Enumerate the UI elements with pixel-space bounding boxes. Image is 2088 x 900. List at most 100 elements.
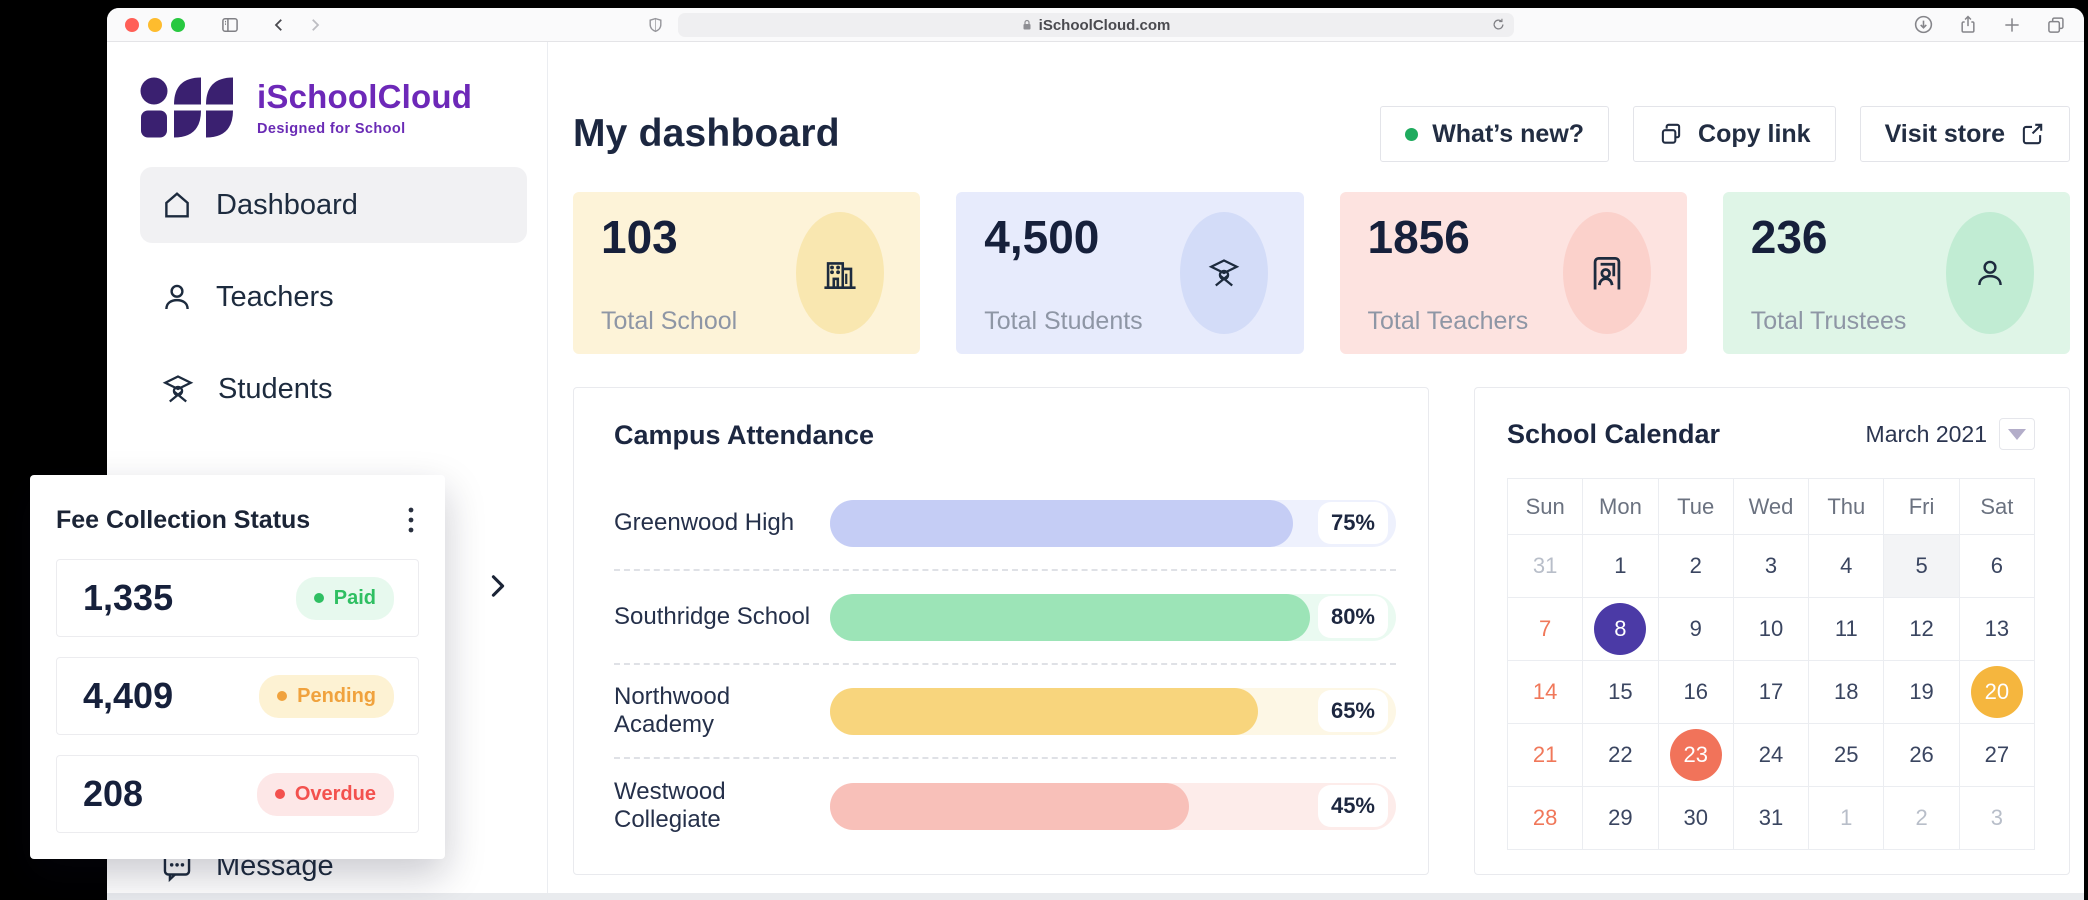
calendar-day-header: Mon [1583, 479, 1659, 535]
external-link-icon [2019, 121, 2045, 147]
privacy-shield-icon[interactable] [647, 15, 664, 35]
status-dot-icon [277, 691, 288, 701]
campus-label: Northwood Academy [614, 683, 731, 738]
sidebar-item-teachers[interactable]: Teachers [140, 259, 527, 335]
calendar-date-cell[interactable]: 2 [1884, 787, 1960, 850]
attendance-row: Northwood Academy 65% [614, 665, 1396, 759]
calendar-date-cell[interactable]: 16 [1658, 661, 1734, 724]
status-badge: Paid [295, 576, 394, 620]
visit-store-button[interactable]: Visit store [1859, 106, 2070, 162]
calendar-date-cell[interactable]: 23 [1658, 724, 1734, 787]
fee-count: 4,409 [83, 675, 174, 716]
calendar-date-cell[interactable]: 3 [1959, 787, 2035, 850]
student-icon [160, 372, 196, 406]
reload-icon[interactable] [1491, 17, 1506, 32]
calendar-date-cell[interactable]: 26 [1884, 724, 1960, 787]
campus-label: Greenwood High [614, 509, 795, 536]
back-icon[interactable] [270, 16, 288, 34]
calendar-date-cell[interactable]: 5 [1884, 535, 1960, 598]
fee-count: 208 [83, 773, 144, 814]
minimize-window-button[interactable] [148, 17, 162, 32]
browser-toolbar: iSchoolCloud.com [107, 8, 2084, 42]
calendar-date-cell[interactable]: 15 [1583, 661, 1659, 724]
calendar-date-cell[interactable]: 29 [1583, 787, 1659, 850]
calendar-date-cell[interactable]: 31 [1508, 535, 1584, 598]
student-icon [1206, 256, 1242, 290]
zoom-window-button[interactable] [171, 17, 185, 32]
calendar-date-cell[interactable]: 10 [1733, 598, 1810, 661]
calendar-date-cell[interactable]: 19 [1884, 661, 1960, 724]
calendar-date-cell[interactable]: 18 [1809, 661, 1885, 724]
attendance-bar-fill [830, 499, 1293, 547]
sidebar-nav: Dashboard Teachers Students Message [140, 167, 527, 883]
close-window-button[interactable] [125, 17, 139, 32]
calendar-date-cell[interactable]: 17 [1733, 661, 1810, 724]
calendar-date-cell[interactable]: 12 [1884, 598, 1960, 661]
attendance-bar-fill [830, 782, 1190, 830]
sidebar-item-students[interactable]: Students [140, 351, 527, 427]
green-dot-icon [1405, 127, 1419, 141]
calendar-date-cell[interactable]: 28 [1508, 787, 1584, 850]
calendar-date-cell[interactable]: 8 [1583, 598, 1659, 661]
fee-row-paid: 1,335 Paid [56, 559, 419, 637]
fee-count: 1,335 [83, 577, 174, 618]
calendar-date-cell[interactable]: 1 [1809, 787, 1885, 850]
calendar-date-cell[interactable]: 1 [1583, 535, 1659, 598]
lock-icon [1021, 18, 1033, 32]
calendar-date-cell[interactable]: 4 [1809, 535, 1885, 598]
calendar-date-cell[interactable]: 9 [1658, 598, 1734, 661]
calendar-month-label: March 2021 [1865, 420, 1987, 447]
sidebar-toggle-icon[interactable] [220, 15, 240, 35]
tab-overview-icon[interactable] [2046, 15, 2066, 35]
calendar-day-header: Thu [1809, 479, 1885, 535]
stat-label: Total School [601, 307, 738, 335]
attendance-bar-fill [830, 593, 1310, 641]
sidebar-item-label: Dashboard [216, 188, 358, 221]
attendance-percent-badge: 45% [1317, 785, 1388, 827]
brand: iSchoolCloud Designed for School [140, 76, 527, 139]
calendar-date-cell[interactable]: 24 [1733, 724, 1810, 787]
stat-label: Total Students [984, 307, 1143, 335]
calendar-month-dropdown[interactable] [1999, 418, 2035, 450]
calendar-date-cell[interactable]: 3 [1733, 535, 1810, 598]
expand-chevron-right-icon[interactable] [487, 570, 509, 607]
caret-down-icon [2008, 428, 2026, 440]
copy-icon [1658, 121, 1684, 147]
calendar-date-cell[interactable]: 13 [1959, 598, 2035, 661]
calendar-date-cell[interactable]: 14 [1508, 661, 1584, 724]
share-icon[interactable] [1958, 14, 1978, 35]
calendar-date-cell[interactable]: 11 [1809, 598, 1885, 661]
calendar-date-cell[interactable]: 2 [1658, 535, 1734, 598]
calendar-date-cell[interactable]: 27 [1959, 724, 2035, 787]
kebab-menu-icon[interactable] [403, 501, 419, 539]
calendar-day-header: Sat [1959, 479, 2035, 535]
calendar-date-cell[interactable]: 20 [1959, 661, 2035, 724]
sidebar-item-dashboard[interactable]: Dashboard [140, 167, 527, 243]
new-tab-icon[interactable] [2002, 15, 2022, 35]
selected-date-circle: 23 [1669, 729, 1722, 781]
calendar-day-header: Wed [1733, 479, 1810, 535]
selected-date-circle: 20 [1970, 666, 2023, 718]
downloads-icon[interactable] [1913, 14, 1934, 35]
brand-tagline: Designed for School [257, 121, 406, 137]
campus-label: Westwood Collegiate [614, 778, 726, 833]
attendance-row: Southridge School 80% [614, 571, 1396, 665]
calendar-date-cell[interactable]: 22 [1583, 724, 1659, 787]
calendar-date-cell[interactable]: 31 [1733, 787, 1810, 850]
calendar-date-cell[interactable]: 6 [1959, 535, 2035, 598]
stat-icon-ellipse [796, 212, 885, 334]
copy-link-button[interactable]: Copy link [1633, 106, 1836, 162]
calendar-day-header: Sun [1508, 479, 1584, 535]
brand-logo-icon [140, 77, 233, 138]
calendar-date-cell[interactable]: 30 [1658, 787, 1734, 850]
status-badge: Pending [259, 674, 394, 718]
attendance-title: Campus Attendance [614, 420, 875, 450]
calendar-date-cell[interactable]: 21 [1508, 724, 1584, 787]
screen: iSchoolCloud.com iSchoolCloud Designed f… [0, 0, 2088, 900]
forward-icon[interactable] [306, 16, 324, 34]
attendance-row: Westwood Collegiate 45% [614, 759, 1396, 853]
calendar-date-cell[interactable]: 7 [1508, 598, 1584, 661]
whats-new-button[interactable]: What’s new? [1380, 106, 1610, 162]
calendar-date-cell[interactable]: 25 [1809, 724, 1885, 787]
address-bar[interactable]: iSchoolCloud.com [677, 13, 1514, 37]
